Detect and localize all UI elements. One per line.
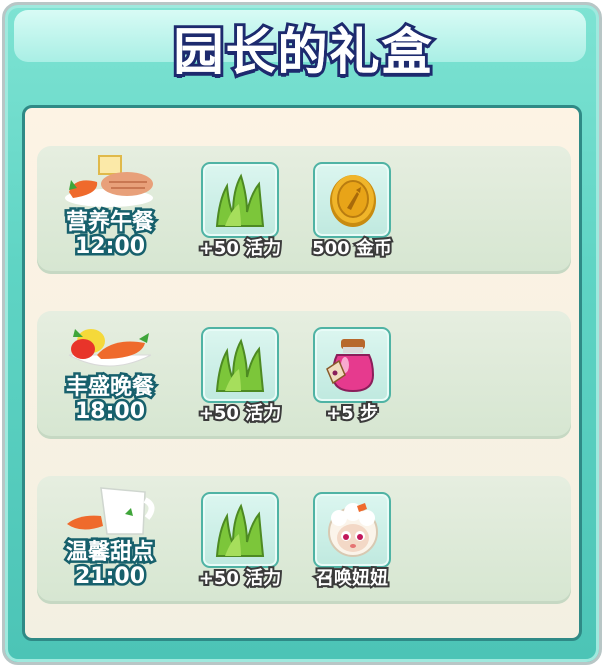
reward-slot[interactable] bbox=[313, 327, 391, 403]
meal-time: 18:00 bbox=[72, 397, 147, 427]
gold-coin-icon bbox=[330, 175, 376, 227]
reward-label: 500 金币 bbox=[310, 236, 394, 261]
grass-icon bbox=[215, 173, 265, 227]
reward-slot[interactable] bbox=[313, 492, 391, 568]
reward-slot[interactable] bbox=[313, 162, 391, 238]
grass-icon bbox=[215, 503, 265, 557]
meal-name: 温馨甜点 bbox=[63, 538, 156, 568]
meal-row-lunch: 营养午餐 12:00 +50 活力 500 金币 bbox=[37, 146, 571, 274]
reward-label: +5 步 bbox=[324, 401, 380, 426]
reward-label: +50 活力 bbox=[197, 566, 283, 591]
dialog-title: 园长的礼盒 bbox=[173, 23, 434, 81]
reward-slot[interactable] bbox=[201, 162, 279, 238]
potion-jar-icon bbox=[326, 339, 375, 393]
reward-slot[interactable] bbox=[201, 327, 279, 403]
meal-row-dinner: 丰盛晚餐 18:00 +50 活力 +5 步 bbox=[37, 311, 571, 439]
sheep-avatar-icon bbox=[328, 503, 378, 557]
meal-row-dessert: 温馨甜点 21:00 +50 活力 召唤妞妞 bbox=[37, 476, 571, 604]
reward-label: +50 活力 bbox=[197, 236, 283, 261]
lunch-tray-icon bbox=[65, 155, 153, 207]
meal-name: 营养午餐 bbox=[63, 208, 156, 238]
meal-time: 12:00 bbox=[72, 232, 147, 262]
meal-name: 丰盛晚餐 bbox=[63, 373, 156, 403]
reward-label: +50 活力 bbox=[197, 401, 283, 426]
grass-icon bbox=[215, 338, 265, 392]
meal-time: 21:00 bbox=[72, 562, 147, 592]
reward-slot[interactable] bbox=[201, 492, 279, 568]
reward-label: 召唤妞妞 bbox=[314, 566, 390, 591]
rewards-panel: 营养午餐 12:00 +50 活力 500 金币 丰盛晚餐 18:00 +50 … bbox=[22, 105, 582, 641]
dinner-plate-icon bbox=[68, 329, 152, 367]
dessert-cup-icon bbox=[67, 487, 155, 535]
